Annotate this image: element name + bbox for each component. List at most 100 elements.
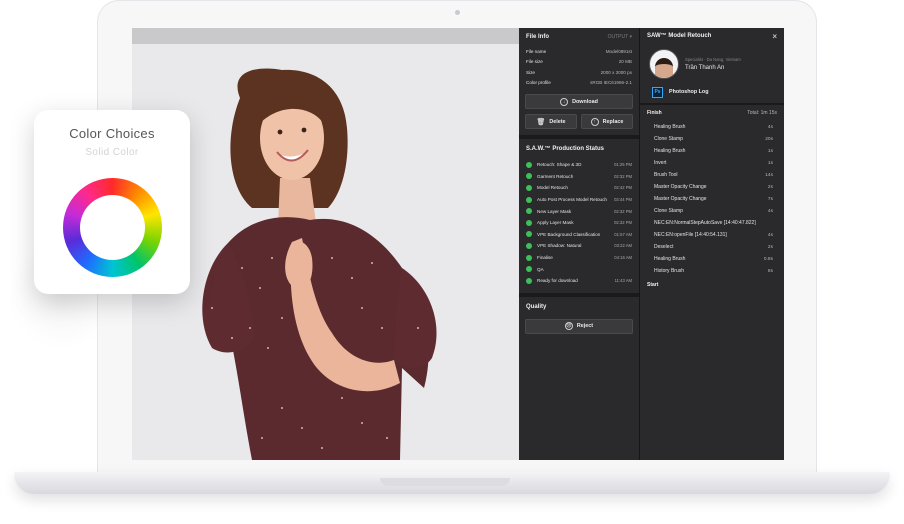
- status-label: QA: [537, 266, 544, 272]
- retouch-header: SAW™ Model Retouch ×: [640, 28, 784, 44]
- production-header: S.A.W.™ Production Status: [519, 139, 639, 159]
- status-row: New Layer Mask 02:32 PM: [519, 205, 639, 217]
- avatar: [649, 49, 679, 79]
- history-label: Healing Brush: [654, 124, 686, 130]
- history-label: Master Opacity Change: [654, 196, 707, 202]
- history-row[interactable]: Deselect 2s: [640, 241, 784, 253]
- history-row[interactable]: Clone Stamp 20s: [640, 133, 784, 145]
- photo-canvas[interactable]: [132, 28, 519, 460]
- retouch-title: SAW™ Model Retouch: [647, 33, 712, 39]
- status-row: Apply Layer Mask 02:32 PM: [519, 217, 639, 229]
- history-row[interactable]: NEC:EN:NormalStepAutoSave [14:40:47.822]: [640, 217, 784, 229]
- history-label: Deselect: [654, 244, 674, 250]
- status-time: 02:32 PM: [614, 173, 632, 179]
- status-label: Ready for download: [537, 278, 578, 284]
- kv-value: Model0891st: [605, 48, 632, 54]
- file-info-header: File Info OUTPUT ▾: [519, 28, 639, 46]
- status-row: Model Retouch 02:42 PM: [519, 182, 639, 194]
- history-label: Healing Brush: [654, 256, 686, 262]
- history-duration: 2s: [767, 184, 773, 190]
- history-label: Master Opacity Change: [654, 184, 707, 190]
- file-info-row: File name Model0891st: [519, 46, 639, 57]
- history-duration: 8s: [767, 268, 773, 274]
- kv-label: Color profile: [526, 80, 551, 86]
- download-button[interactable]: ↓ Download: [525, 94, 633, 109]
- history-row[interactable]: Master Opacity Change 2s: [640, 181, 784, 193]
- trash-icon: 🗑: [536, 118, 546, 126]
- finish-row: Finish Total: 1m 15s: [640, 105, 784, 121]
- photoshop-log-header: Ps Photoshop Log: [640, 84, 784, 100]
- kv-value: sRGB IEC61966-2.1: [590, 80, 632, 86]
- specialist-card: Specialist · Da Nang, Vietnam Trần Thanh…: [640, 44, 784, 84]
- check-icon: [526, 266, 532, 273]
- status-label: New Layer Mask: [537, 208, 572, 214]
- specialist-name: Trần Thanh An: [685, 65, 725, 71]
- start-label: Start: [647, 282, 659, 288]
- download-label: Download: [572, 98, 598, 105]
- history-label: NEC:EN:openFile [14:40:54.131]: [654, 232, 727, 238]
- history-list: Healing Brush 4s Clone Stamp 20s Healing Bru…: [640, 121, 784, 277]
- status-time: 04:16 AM: [614, 255, 632, 261]
- history-row[interactable]: Healing Brush 1s: [640, 145, 784, 157]
- check-icon: [526, 277, 532, 284]
- kv-value: 20 MB: [618, 59, 632, 65]
- history-row[interactable]: Healing Brush 4s: [640, 121, 784, 133]
- output-label: OUTPUT: [607, 34, 629, 40]
- status-row: Garment Retouch 02:32 PM: [519, 171, 639, 183]
- history-row[interactable]: Brush Tool 14s: [640, 169, 784, 181]
- upload-icon: ↑: [590, 117, 599, 126]
- status-row: VPE Shadow: Natural 03:22 AM: [519, 240, 639, 252]
- history-label: Clone Stamp: [654, 136, 683, 142]
- history-duration: 0.8s: [763, 256, 773, 262]
- status-row: Auto Post Process Model Retouch 03:44 PM: [519, 194, 639, 206]
- history-duration: 4s: [767, 232, 773, 238]
- check-icon: [526, 254, 532, 261]
- history-duration: 7s: [767, 196, 773, 202]
- photoshop-icon: Ps: [652, 86, 663, 98]
- card-subtitle: Solid Color: [85, 147, 139, 158]
- reject-label: Reject: [576, 323, 594, 330]
- history-row[interactable]: History Brush 8s: [640, 265, 784, 277]
- delete-button[interactable]: 🗑 Delete: [525, 114, 577, 129]
- close-icon[interactable]: ×: [772, 32, 777, 41]
- status-time: 02:42 PM: [614, 185, 632, 191]
- model-photo: [202, 68, 437, 460]
- status-label: Model Retouch: [537, 185, 568, 191]
- color-wheel[interactable]: [63, 178, 162, 277]
- check-icon: [526, 219, 532, 226]
- check-icon: [526, 242, 532, 249]
- history-duration: 1s: [767, 148, 773, 154]
- status-label: Garment Retouch: [537, 173, 574, 179]
- status-label: Apply Layer Mask: [537, 220, 574, 226]
- color-choices-card[interactable]: Color Choices Solid Color: [34, 110, 190, 294]
- history-row[interactable]: Clone Stamp 4s: [640, 205, 784, 217]
- output-dropdown[interactable]: OUTPUT ▾: [608, 34, 632, 40]
- kv-label: Size: [526, 69, 535, 75]
- replace-label: Replace: [602, 118, 624, 125]
- status-row: Ready for download 11:43 AM: [519, 275, 639, 287]
- color-wheel-center: [80, 195, 145, 260]
- location-label: Da Nang, Vietnam: [706, 57, 741, 62]
- history-row[interactable]: NEC:EN:openFile [14:40:54.131] 4s: [640, 229, 784, 241]
- history-duration: 4s: [767, 208, 773, 214]
- history-row[interactable]: Master Opacity Change 7s: [640, 193, 784, 205]
- status-label: VPE Shadow: Natural: [537, 243, 582, 249]
- status-label: Finalise: [537, 255, 553, 261]
- history-duration: 14s: [765, 172, 773, 178]
- status-label: Auto Post Process Model Retouch: [537, 197, 607, 203]
- check-icon: [526, 161, 532, 168]
- history-label: Brush Tool: [654, 172, 678, 178]
- history-duration: 4s: [767, 124, 773, 130]
- history-label: Invert: [654, 160, 667, 166]
- status-label: Retouch: Shape & 3D: [537, 162, 582, 168]
- status-time: 03:44 PM: [614, 197, 632, 203]
- reject-button[interactable]: ☹ Reject: [525, 318, 633, 334]
- frown-icon: ☹: [564, 322, 573, 331]
- production-status-list: Retouch: Shape & 3D 01:25 PM Garment Retou…: [519, 159, 639, 287]
- check-icon: [526, 184, 532, 191]
- check-icon: [526, 231, 532, 238]
- history-row[interactable]: Invert 1s: [640, 157, 784, 169]
- history-row[interactable]: Healing Brush 0.8s: [640, 253, 784, 265]
- replace-button[interactable]: ↑ Replace: [581, 114, 633, 129]
- info-panel: File Info OUTPUT ▾ File name Model0891st …: [519, 28, 640, 460]
